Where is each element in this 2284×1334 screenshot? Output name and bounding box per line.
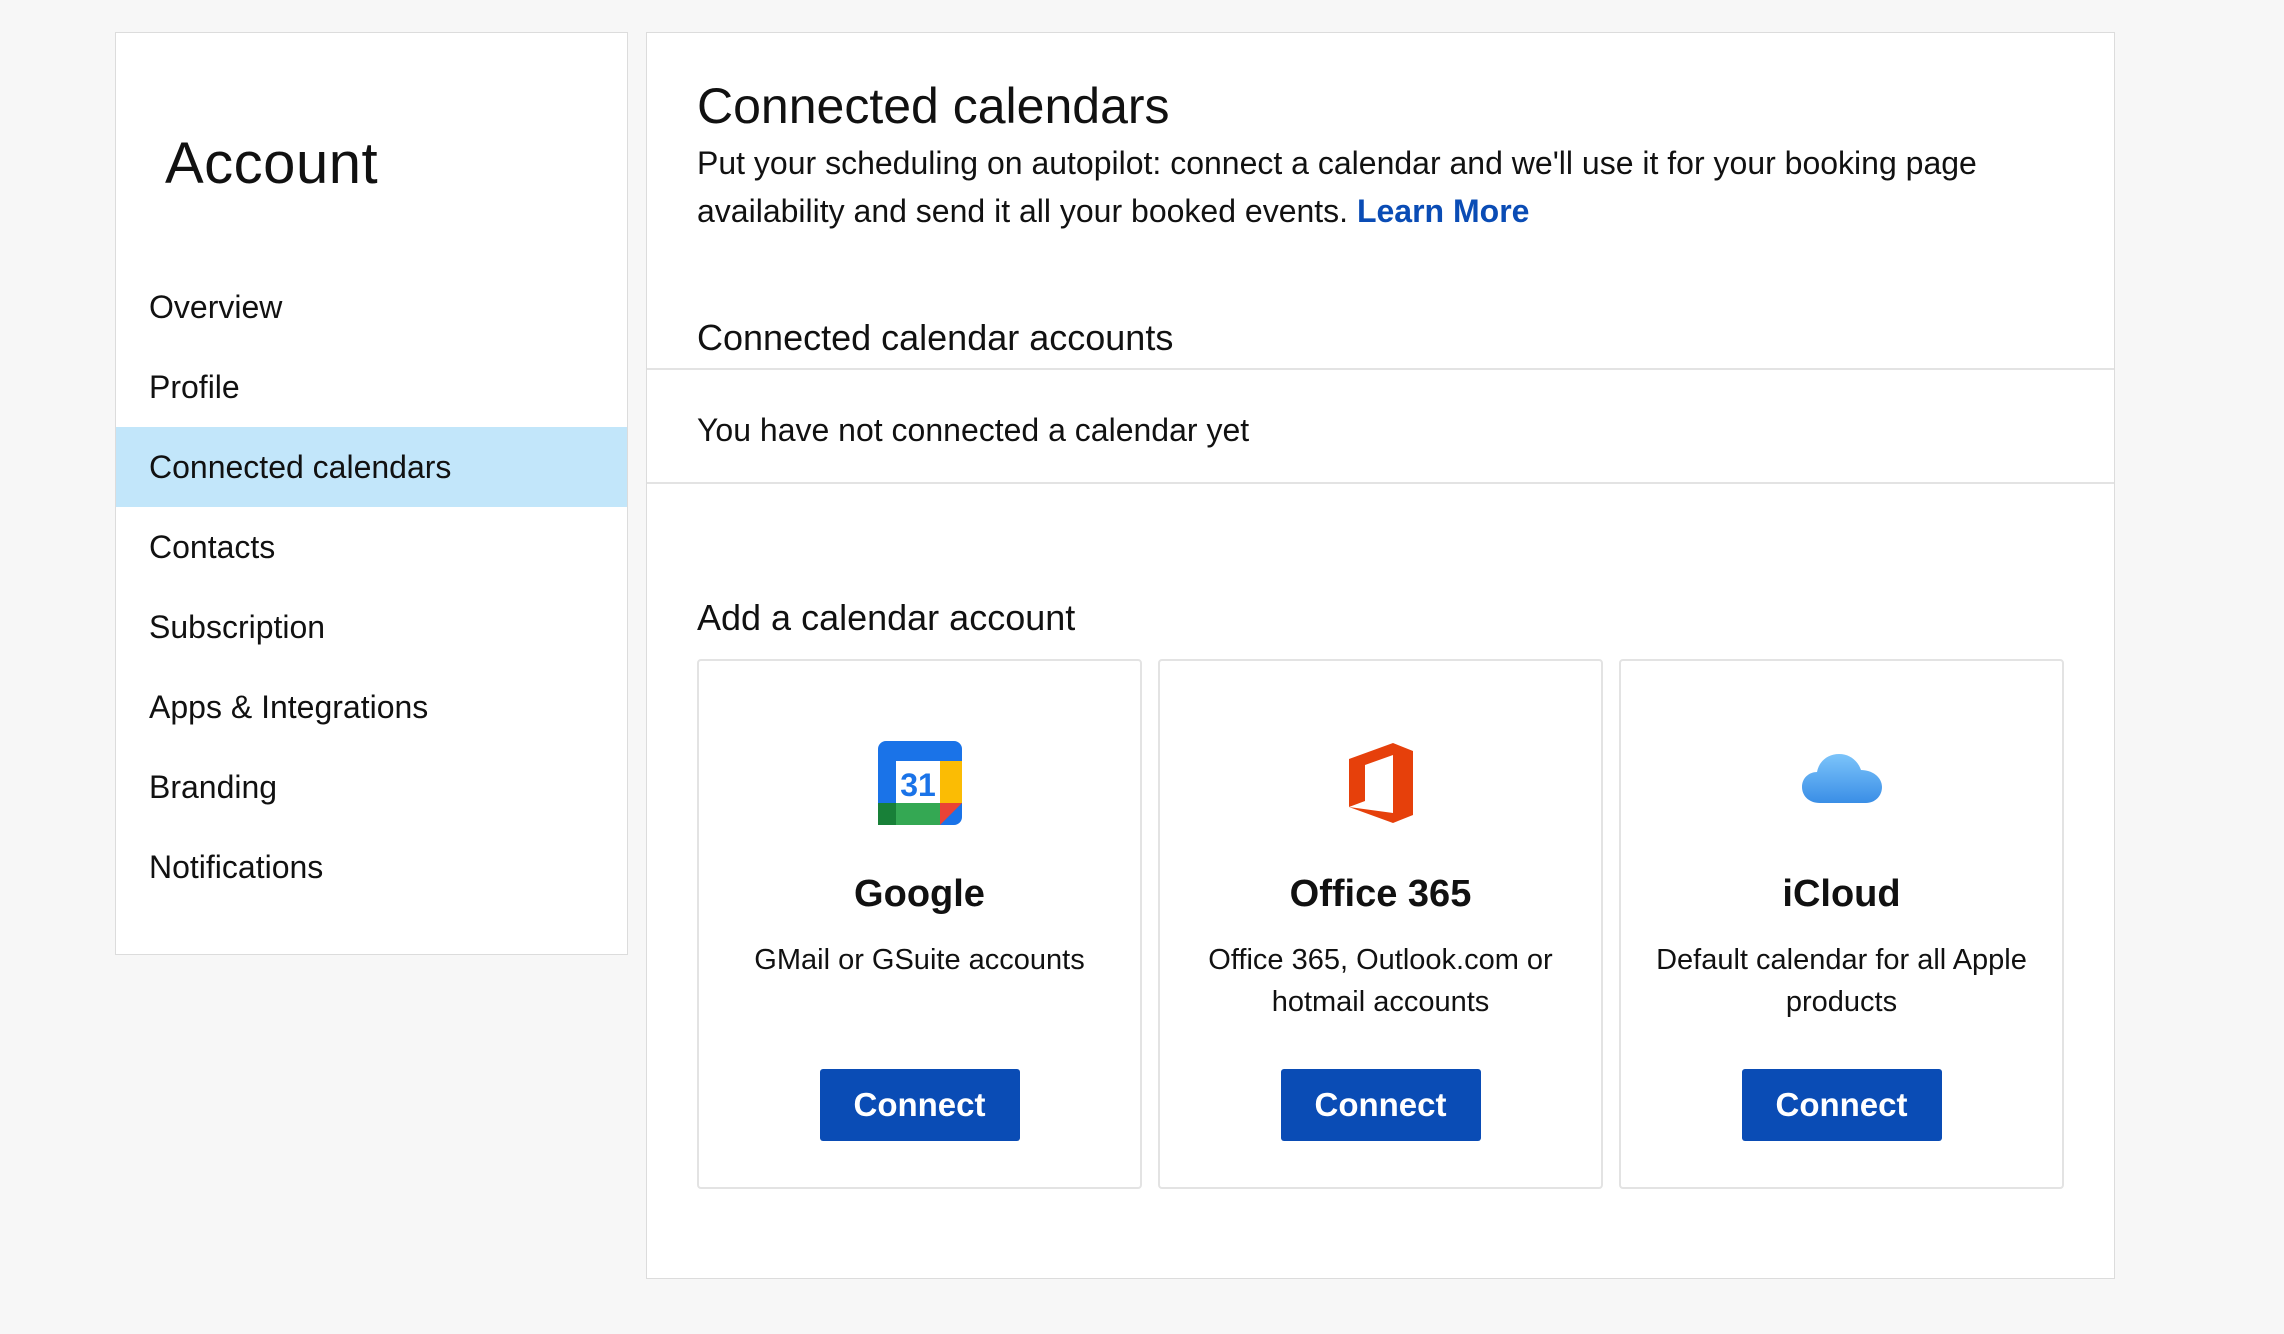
sidebar-item-contacts[interactable]: Contacts — [116, 507, 627, 587]
office-365-card: Office 365 Office 365, Outlook.com or ho… — [1158, 659, 1603, 1189]
account-sidebar: Account Overview Profile Connected calen… — [115, 32, 628, 955]
add-account-heading: Add a calendar account — [697, 597, 1076, 638]
provider-name: Google — [854, 873, 985, 915]
learn-more-link[interactable]: Learn More — [1357, 193, 1529, 229]
connect-icloud-button[interactable]: Connect — [1741, 1069, 1942, 1141]
sidebar-nav: Overview Profile Connected calendars Con… — [116, 267, 627, 907]
connected-accounts-heading: Connected calendar accounts — [697, 317, 1174, 358]
sidebar-item-profile[interactable]: Profile — [116, 347, 627, 427]
sidebar-item-apps-integrations[interactable]: Apps & Integrations — [116, 667, 627, 747]
connected-calendars-panel: Connected calendars Put your scheduling … — [646, 32, 2115, 1279]
provider-description: Office 365, Outlook.com or hotmail accou… — [1208, 944, 1553, 1018]
divider — [647, 368, 2114, 370]
icloud-card: iCloud Default calendar for all Apple pr… — [1619, 659, 2064, 1189]
icloud-icon — [1801, 754, 1882, 803]
sidebar-title: Account — [165, 131, 379, 196]
sidebar-item-notifications[interactable]: Notifications — [116, 827, 627, 907]
divider — [647, 482, 2114, 484]
google-calendar-icon-date: 31 — [900, 767, 936, 803]
provider-description: GMail or GSuite accounts — [754, 944, 1085, 976]
connect-google-button[interactable]: Connect — [819, 1069, 1020, 1141]
sidebar-item-connected-calendars[interactable]: Connected calendars — [116, 427, 627, 507]
google-calendar-icon: 31 — [877, 741, 962, 825]
provider-name: Office 365 — [1289, 873, 1472, 915]
office-365-icon — [1348, 743, 1413, 823]
sidebar-item-overview[interactable]: Overview — [116, 267, 627, 347]
sidebar-item-subscription[interactable]: Subscription — [116, 587, 627, 667]
connect-office-365-button[interactable]: Connect — [1280, 1069, 1481, 1141]
page-title: Connected calendars — [697, 78, 1170, 134]
provider-description: Default calendar for all Apple products — [1656, 944, 2027, 1018]
intro-description: Put your scheduling on autopilot: connec… — [697, 145, 1977, 229]
sidebar-item-branding[interactable]: Branding — [116, 747, 627, 827]
google-card: 31 Google GMail or GSuite accounts Conne… — [697, 659, 1142, 1189]
provider-name: iCloud — [1782, 873, 1901, 915]
empty-state-message: You have not connected a calendar yet — [697, 412, 1250, 448]
intro-text: Put your scheduling on autopilot: connec… — [697, 139, 2077, 235]
